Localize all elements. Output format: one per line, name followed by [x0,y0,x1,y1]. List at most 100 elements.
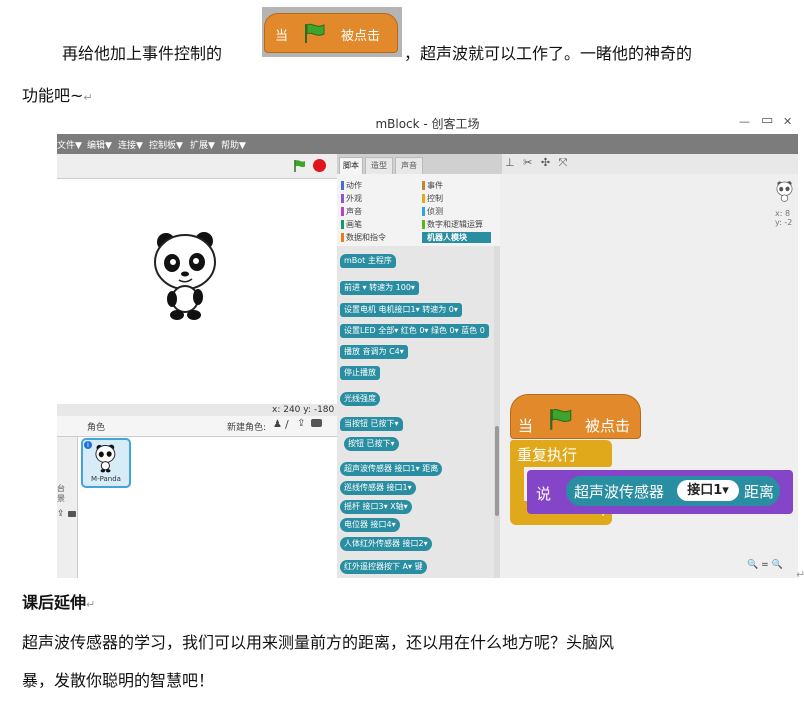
category-events[interactable]: 事件 [422,180,443,191]
upload-sprite-icon[interactable]: ⇪ [297,418,305,429]
category-color [341,194,344,203]
category-label: 数据和指令 [346,233,386,242]
menu-extensions[interactable]: 扩展▼ [190,138,215,151]
mblock-screenshot: mBlock - 创客工场 — ▭ ✕ 文件▼ 编辑▼ 连接▼ 控制板▼ 扩展▼… [57,112,798,578]
body-line-2: 暴，发散你聪明的智慧吧！ [22,671,215,690]
sprite-name: M-Panda [91,475,121,483]
paint-sprite-icon[interactable]: / [285,418,289,431]
stop-icon[interactable] [313,159,326,172]
palette-block-set-led[interactable]: 设置LED 全部▾ 红色 0▾ 绿色 0▾ 蓝色 0 [340,324,489,338]
camera-backdrop-icon[interactable] [68,511,76,517]
sprite-x-readout: x: 8 [775,209,791,218]
menu-file[interactable]: 文件▼ [57,138,82,151]
paragraph-mark: ↵ [796,568,804,581]
forever-loop-side [510,467,524,501]
minimize-button[interactable]: — [739,115,750,128]
block-categories: 动作 外观 声音 画笔 数据和指令 事件 控制 侦测 数字和逻辑运算 机器人模块 [337,174,500,246]
cursor-tools: ⊥ ✂ ✣ ⤧ [505,156,567,170]
category-color [422,207,425,216]
sprite-y-readout: y: -2 [775,218,793,227]
category-data[interactable]: 数据和指令 [341,232,386,243]
palette-block-button-pressed[interactable]: 按钮 已按下▾ [344,437,399,451]
category-control[interactable]: 控制 [422,193,443,204]
menu-board[interactable]: 控制板▼ [149,138,183,151]
category-operators[interactable]: 数字和逻辑运算 [422,219,483,230]
palette-block-forward[interactable]: 前进 ▾ 转速为 100▾ [340,281,419,295]
close-button[interactable]: ✕ [783,115,792,128]
zoom-controls[interactable]: 🔍 = 🔍 [747,560,783,570]
tab-costumes[interactable]: 造型 [365,157,393,174]
palette-block-light-sensor[interactable]: 光线强度 [340,392,380,406]
category-label: 控制 [427,194,443,203]
sprite-panel-label: 角色 [87,423,106,433]
menu-edit[interactable]: 编辑▼ [87,138,112,151]
category-color [341,181,344,190]
tab-sounds[interactable]: 声音 [395,157,423,174]
scrollbar-thumb[interactable] [495,426,499,516]
category-color [422,181,425,190]
category-color [341,220,344,229]
category-pen[interactable]: 画笔 [341,219,362,230]
panda-thumbnail [95,444,116,473]
ultrasonic-sensor-reporter[interactable]: 超声波传感器 距离 [566,476,780,506]
menu-connect[interactable]: 连接▼ [118,138,143,151]
palette-block-potentiometer[interactable]: 电位器 接口4▾ [340,518,400,532]
body-line-1: 超声波传感器的学习，我们可以用来测量前方的距离，还以用在什么地方呢？头脑风 [22,633,615,652]
port-dropdown[interactable]: 接口1▾ [677,480,739,501]
palette-block-stop-play[interactable]: 停止播放 [340,366,380,380]
maximize-button[interactable]: ▭ [761,113,773,128]
section-heading: 课后延伸↵ [22,592,95,616]
script-forever-loop[interactable]: 重复执行 [510,440,612,467]
category-label: 事件 [427,181,443,190]
green-flag-icon [305,23,325,43]
palette-block-ir-remote[interactable]: 红外遥控器按下 A▾ 键 [340,560,427,574]
doc-line1-after: ，超声波就可以工作了。一睹他的神奇的 [404,44,693,63]
category-sensing[interactable]: 侦测 [422,206,443,217]
doc-line2: 功能吧~↵ [22,85,93,109]
sprite-info-icon[interactable]: i [84,441,92,449]
when-flag-clicked-block: 当 被点击 [264,13,398,53]
new-sprite-label: 新建角色: [227,423,267,433]
block-text-when: 当 [275,29,289,44]
palette-block-line-follower[interactable]: 巡线传感器 接口1▾ [340,481,416,495]
script-when-flag-clicked[interactable]: 当 被点击 [510,394,641,439]
palette-block-when-button[interactable]: 当按钮 已按下▾ [340,417,403,431]
palette-block-play-tone[interactable]: 播放 音调为 C4▾ [340,345,408,359]
category-looks[interactable]: 外观 [341,193,362,204]
window-titlebar: mBlock - 创客工场 — ▭ ✕ [57,112,798,134]
shrink-icon[interactable]: ⤧ [559,156,568,169]
palette-block-main[interactable]: mBot 主程序 [340,254,396,268]
category-label: 外观 [346,194,362,203]
delete-icon[interactable]: ✂ [523,156,532,169]
palette-block-ultrasonic[interactable]: 超声波传感器 接口1▾ 距离 [340,462,443,476]
category-label: 数字和逻辑运算 [427,220,483,229]
say-label: 说 [536,485,552,503]
camera-icon[interactable] [311,419,322,427]
forever-label: 重复执行 [517,446,578,464]
tab-scripts[interactable]: 脚本 [339,157,363,174]
inline-when-flag-clicked-block-image: 当 被点击 [262,7,402,57]
palette-block-set-motor[interactable]: 设置电机 电机接口1▾ 转速为 0▾ [340,303,462,317]
category-robots[interactable]: 机器人模块 [422,232,491,243]
category-color [422,233,425,242]
library-sprite-icon[interactable]: ♟ [273,419,282,430]
stage-thumbnail-column: 台 景 ⇪ [57,437,78,578]
category-color [341,207,344,216]
green-flag-icon[interactable] [293,159,307,173]
grow-icon[interactable]: ✣ [541,156,550,169]
category-color [422,220,425,229]
stage-label-partial-2: 景 [57,494,65,503]
sensor-label: 超声波传感器 [574,483,665,501]
palette-block-pir-sensor[interactable]: 人体红外传感器 接口2▾ [340,537,432,551]
category-label: 声音 [346,207,362,216]
category-motion[interactable]: 动作 [341,180,362,191]
category-color [341,233,344,242]
duplicate-icon[interactable]: ⊥ [505,156,515,169]
category-label: 动作 [346,181,362,190]
paint-backdrop-icon[interactable]: ⇪ [57,509,65,519]
category-sound[interactable]: 声音 [341,206,362,217]
menu-help[interactable]: 帮助▼ [221,138,246,151]
sprite-thumbnail-m-panda[interactable]: i M-Panda [81,438,131,488]
palette-block-joystick[interactable]: 摇杆 接口3▾ X轴▾ [340,500,412,514]
doc-line1-before: 再给他加上事件控制的 [62,44,223,63]
